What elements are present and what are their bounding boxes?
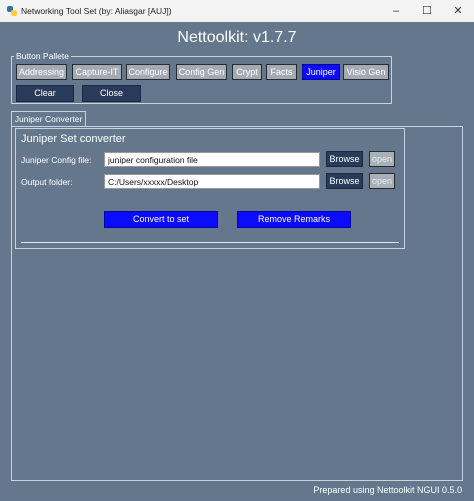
app-heading: Nettoolkit: v1.7.7 — [177, 29, 297, 46]
output-folder-label: Output folder: — [21, 177, 73, 187]
addressing-button[interactable]: Addressing — [16, 64, 67, 80]
config-file-label: Juniper Config file: — [21, 155, 92, 165]
minimize-button[interactable]: – — [381, 3, 411, 19]
config-file-input[interactable] — [104, 152, 320, 167]
window-title: Networking Tool Set (by: Aliasgar [AUJ]) — [21, 6, 172, 16]
config-browse-button[interactable]: Browse — [326, 151, 363, 167]
juniper-button[interactable]: Juniper — [302, 64, 340, 80]
converter-title: Juniper Set converter — [21, 133, 126, 145]
title-bar: Networking Tool Set (by: Aliasgar [AUJ])… — [0, 0, 474, 22]
facts-button[interactable]: Facts — [266, 64, 297, 80]
visio-gen-button[interactable]: Visio Gen — [343, 64, 389, 80]
convert-to-set-button[interactable]: Convert to set — [104, 211, 218, 228]
config-gen-button[interactable]: Config Gen — [176, 64, 227, 80]
crypt-button[interactable]: Crypt — [232, 64, 262, 80]
clear-button[interactable]: Clear — [16, 85, 74, 102]
converter-separator — [21, 242, 399, 243]
maximize-button[interactable]: ☐ — [412, 3, 442, 19]
output-open-button[interactable]: open — [369, 173, 395, 189]
close-button[interactable]: Close — [82, 85, 141, 102]
python-icon — [7, 6, 17, 16]
remove-remarks-button[interactable]: Remove Remarks — [237, 211, 351, 228]
configure-button[interactable]: Configure — [126, 64, 170, 80]
output-browse-button[interactable]: Browse — [326, 173, 363, 189]
output-folder-input[interactable] — [104, 174, 320, 189]
config-open-button[interactable]: open — [369, 151, 395, 167]
tab-juniper-converter[interactable]: Juniper Converter — [11, 111, 86, 127]
button-pallete-label: Button Pallete — [14, 51, 71, 61]
close-window-button[interactable]: ✕ — [443, 3, 473, 19]
capture-it-button[interactable]: Capture-IT — [72, 64, 122, 80]
footer-text: Prepared using Nettoolkit NGUI 0.5.0 — [313, 485, 462, 495]
